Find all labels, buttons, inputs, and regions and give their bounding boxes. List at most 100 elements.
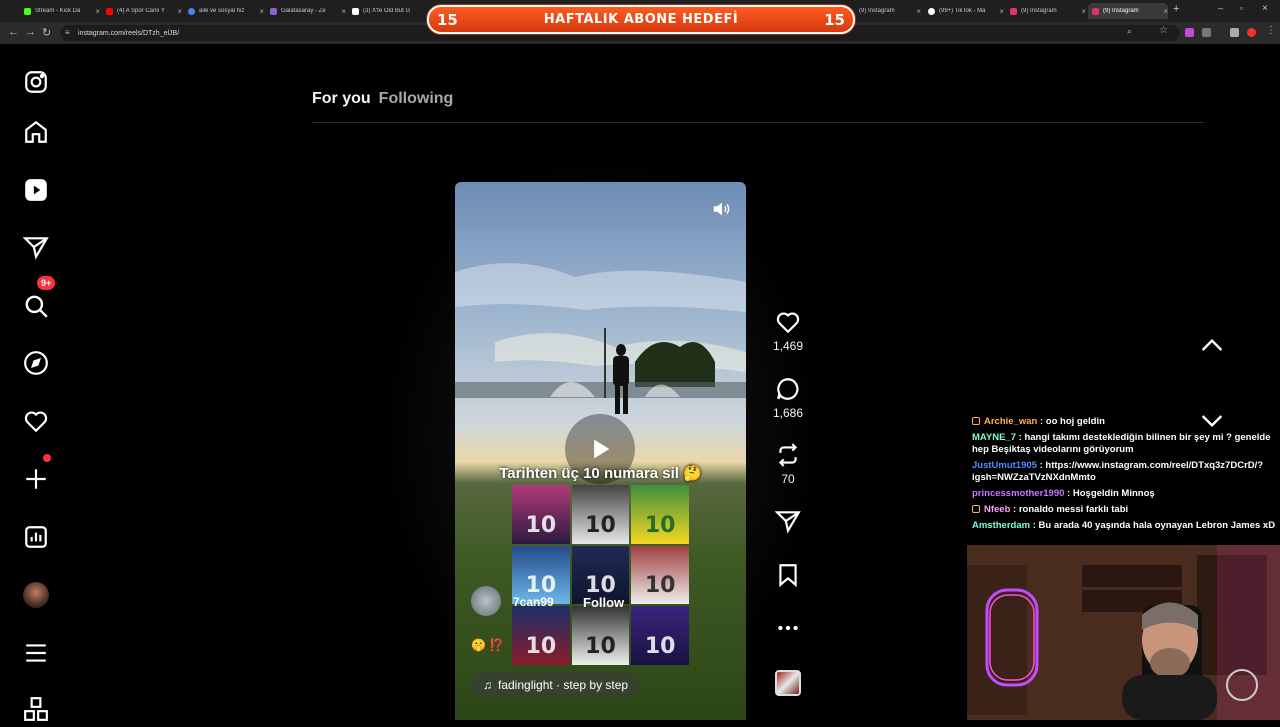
share-icon[interactable]	[775, 508, 801, 534]
author-username[interactable]: 7can99	[513, 595, 554, 609]
bookmark-icon[interactable]	[775, 562, 801, 588]
browser-tab[interactable]: Galatasaray - Ze ×	[266, 3, 346, 19]
close-tab-icon[interactable]: ×	[177, 7, 182, 16]
home-icon[interactable]	[23, 119, 49, 145]
browser-tab[interactable]: (3) X'te Old But G	[348, 3, 426, 19]
notifications-heart-icon[interactable]	[23, 408, 49, 434]
author-avatar[interactable]	[471, 586, 501, 616]
profile-icon[interactable]	[1247, 28, 1256, 37]
close-tab-icon[interactable]: ×	[259, 7, 264, 16]
grid-cell: 10	[571, 606, 630, 665]
close-window-icon[interactable]: ×	[1262, 3, 1268, 14]
player-grid: 10 10 10 10 10 10 10 10 10	[512, 485, 689, 665]
instagram-logo-icon[interactable]	[23, 69, 49, 95]
more-menu-icon[interactable]	[23, 640, 49, 666]
x-icon	[352, 7, 359, 15]
menu-icon[interactable]: ⋮	[1266, 25, 1276, 36]
bookmark-star-icon[interactable]: ☆	[1159, 25, 1168, 36]
chat-badge-icon	[972, 417, 980, 426]
grid-cell: 10	[571, 485, 630, 544]
youtube-icon	[106, 7, 113, 15]
extension-icon[interactable]	[1185, 28, 1194, 37]
tab-for-you[interactable]: For you	[312, 90, 371, 108]
follow-button[interactable]: Follow	[583, 595, 624, 610]
browser-tab[interactable]: (4) A Spor Canlı Y ×	[102, 3, 182, 19]
sidebar: 9+	[0, 44, 72, 722]
comment-action[interactable]: 1,686	[768, 376, 808, 420]
caption-emojis: 🤫 ⁉️	[471, 638, 505, 652]
browser-tab-active[interactable]: (9) Instagram ×	[1088, 3, 1168, 19]
comment-icon[interactable]	[775, 376, 801, 402]
chat-username: JustUmut1905	[972, 460, 1037, 471]
grid-cell: 10	[631, 606, 689, 665]
heart-icon[interactable]	[775, 309, 801, 335]
back-icon[interactable]: ←	[8, 26, 19, 38]
messages-icon[interactable]	[22, 234, 49, 260]
extensions-puzzle-icon[interactable]	[1202, 28, 1211, 37]
chat-username: MAYNE_7	[972, 432, 1017, 443]
search-icon[interactable]	[23, 293, 49, 319]
grid-cell: 10	[512, 485, 570, 544]
instagram-icon	[1092, 7, 1099, 15]
save-action[interactable]	[768, 562, 808, 588]
close-tab-icon[interactable]: ×	[95, 7, 100, 16]
site-icon	[270, 7, 277, 15]
minimize-icon[interactable]: –	[1218, 3, 1223, 13]
maximize-icon[interactable]: ▫	[1240, 3, 1243, 13]
chat-badge-icon	[972, 505, 980, 514]
chat-text: Bu arada 40 yaşında hala oynayan Lebron …	[1038, 520, 1276, 531]
close-tab-icon[interactable]: ×	[916, 7, 921, 16]
reel-video[interactable]: Tarihten üç 10 numara sil 🤔 10 10 10 10 …	[455, 182, 746, 720]
chat-message: princessmother1990 : Hoşgeldin Minnoş	[972, 488, 1155, 499]
close-tab-icon[interactable]: ×	[999, 7, 1004, 16]
like-action[interactable]: 1,469	[768, 309, 808, 353]
zoom-icon[interactable]: ⌕	[1127, 26, 1132, 37]
explore-icon[interactable]	[23, 350, 49, 376]
chat-message: JustUmut1905 : https://www.instagram.com…	[972, 460, 1264, 483]
video-overlay-caption: Tarihten üç 10 numara sil 🤔	[499, 465, 702, 482]
chat-text: ronaldo messi farklı tabi	[1018, 504, 1129, 515]
browser-tab[interactable]: Stream - Kick Da ×	[20, 3, 100, 19]
notification-dot	[43, 454, 51, 462]
browser-tab[interactable]: (99+) TikTok - Ma ×	[924, 3, 1004, 19]
repost-icon[interactable]	[775, 442, 801, 468]
feed-tabs: For you Following	[312, 90, 453, 108]
chat-message: MAYNE_7 : hangi takımı desteklediğin bil…	[972, 432, 1271, 455]
close-tab-icon[interactable]: ×	[1081, 7, 1086, 16]
grid-cell: 10	[512, 606, 570, 665]
create-icon[interactable]	[23, 466, 49, 492]
mute-toggle-icon[interactable]	[711, 198, 733, 220]
notification-badge: 9+	[37, 276, 56, 290]
audio-thumbnail[interactable]	[775, 670, 801, 696]
also-from-meta-icon[interactable]	[23, 696, 49, 722]
site-info-icon[interactable]: ≡	[65, 28, 70, 37]
more-dots-icon[interactable]	[775, 615, 801, 641]
more-options-action[interactable]	[768, 615, 808, 641]
dashboard-icon[interactable]	[23, 524, 49, 550]
repost-action[interactable]: 70	[768, 442, 808, 486]
browser-tab[interactable]: (9) Instagram ×	[1006, 3, 1086, 19]
close-tab-icon[interactable]: ×	[1163, 7, 1168, 16]
comment-count: 1,686	[772, 406, 804, 420]
music-note-icon: ♫	[483, 678, 492, 692]
browser-tab[interactable]: aile ve sosyal hiz ×	[184, 3, 264, 19]
kick-icon	[24, 7, 31, 15]
new-tab-icon[interactable]: +	[1173, 3, 1179, 15]
forward-icon[interactable]: →	[25, 26, 36, 38]
like-count: 1,469	[772, 339, 804, 353]
browser-tab[interactable]: (9) Instagram ×	[855, 3, 921, 19]
tab-following[interactable]: Following	[379, 90, 454, 108]
share-action[interactable]	[768, 508, 808, 534]
reels-icon[interactable]	[23, 177, 49, 203]
extension-icon[interactable]	[1230, 28, 1239, 37]
profile-avatar[interactable]	[23, 582, 49, 608]
chat-message: Nfeeb : ronaldo messi farklı tabi	[968, 502, 1280, 518]
close-tab-icon[interactable]: ×	[341, 7, 346, 16]
previous-reel-arrow-icon[interactable]	[1196, 330, 1228, 362]
webcam-overlay	[967, 545, 1280, 720]
goal-current: 15	[437, 10, 458, 29]
audio-label[interactable]: ♫ fadinglight · step by step	[471, 672, 641, 698]
tabs-divider	[312, 122, 1204, 123]
reload-icon[interactable]: ↻	[42, 26, 51, 39]
stream-chat-overlay: Archie_wan : oo hoj geldin MAYNE_7 : hang…	[968, 414, 1280, 534]
